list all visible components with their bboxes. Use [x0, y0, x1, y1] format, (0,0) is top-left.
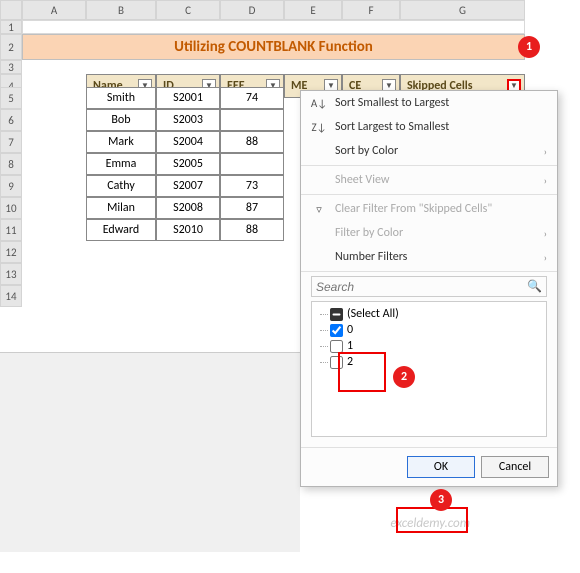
- highlight-box-ok: [396, 507, 468, 533]
- cell-name[interactable]: Mark: [86, 131, 156, 153]
- chevron-right-icon: ›: [544, 251, 547, 264]
- number-filters-label: Number Filters: [335, 250, 407, 264]
- separator: [301, 165, 557, 166]
- cell-eee[interactable]: [220, 153, 284, 175]
- empty-row: [22, 20, 525, 34]
- clear-filter-label: Clear Filter From "Skipped Cells": [335, 202, 492, 216]
- row-header-14[interactable]: 14: [0, 285, 22, 307]
- select-all-option[interactable]: (Select All): [316, 306, 542, 322]
- funnel-clear-icon: ▿: [311, 203, 327, 216]
- spreadsheet-grid: A B C D E F G 1 2 Utilizing COUNTBLANK F…: [0, 0, 580, 98]
- sort-color-label: Sort by Color: [335, 144, 398, 158]
- cell-id[interactable]: S2010: [156, 219, 220, 241]
- filter-option-1[interactable]: 1: [316, 338, 542, 354]
- button-row: OK Cancel: [301, 447, 557, 486]
- callout-badge-1: 1: [518, 36, 540, 58]
- cell-name[interactable]: Smith: [86, 87, 156, 109]
- cell-name[interactable]: Milan: [86, 197, 156, 219]
- cell-eee[interactable]: 87: [220, 197, 284, 219]
- col-header-E[interactable]: E: [284, 0, 342, 20]
- sort-desc-icon: Z↓: [311, 121, 327, 134]
- checkbox-1[interactable]: [330, 340, 343, 353]
- cell-name[interactable]: Bob: [86, 109, 156, 131]
- cell-eee[interactable]: 73: [220, 175, 284, 197]
- checkbox-0[interactable]: [330, 324, 343, 337]
- separator: [301, 271, 557, 272]
- chevron-right-icon: ›: [544, 227, 547, 240]
- cell-name[interactable]: Emma: [86, 153, 156, 175]
- opt2-label: 2: [347, 355, 353, 369]
- filter-values-tree: (Select All) 0 1 2: [311, 301, 547, 437]
- cell-name[interactable]: Cathy: [86, 175, 156, 197]
- sort-asc-icon: A↓: [311, 97, 327, 110]
- callout-badge-3: 3: [430, 489, 452, 511]
- cell-eee[interactable]: 74: [220, 87, 284, 109]
- select-all-label: (Select All): [347, 307, 399, 321]
- chevron-right-icon: ›: [544, 145, 547, 158]
- select-all-corner[interactable]: [0, 0, 22, 20]
- filter-by-color: Filter by Color ›: [301, 221, 557, 245]
- chevron-right-icon: ›: [544, 174, 547, 187]
- checkbox-2[interactable]: [330, 356, 343, 369]
- cell-eee[interactable]: [220, 109, 284, 131]
- row-header-2[interactable]: 2: [0, 34, 22, 60]
- row-header-5[interactable]: 5: [0, 87, 22, 109]
- sort-desc-label: Sort Largest to Smallest: [335, 120, 449, 134]
- row-header-8[interactable]: 8: [0, 153, 22, 175]
- sort-asc-label: Sort Smallest to Largest: [335, 96, 449, 110]
- data-area: 5 Smith S2001 74 6 Bob S2003 7 Mark S200…: [0, 87, 284, 307]
- number-filters[interactable]: Number Filters ›: [301, 245, 557, 269]
- filter-option-2[interactable]: 2: [316, 354, 542, 370]
- ok-button[interactable]: OK: [407, 456, 475, 478]
- cell-id[interactable]: S2008: [156, 197, 220, 219]
- sort-ascending[interactable]: A↓ Sort Smallest to Largest: [301, 91, 557, 115]
- cell-eee[interactable]: 88: [220, 219, 284, 241]
- checkbox-select-all[interactable]: [330, 308, 343, 321]
- col-header-G[interactable]: G: [400, 0, 525, 20]
- sheet-view: Sheet View ›: [301, 168, 557, 192]
- page-title: Utilizing COUNTBLANK Function: [22, 34, 525, 60]
- search-icon: 🔍: [527, 279, 542, 294]
- cell-id[interactable]: S2004: [156, 131, 220, 153]
- cell-id[interactable]: S2007: [156, 175, 220, 197]
- col-header-F[interactable]: F: [342, 0, 400, 20]
- row-header-3[interactable]: 3: [0, 60, 22, 74]
- row-header-10[interactable]: 10: [0, 197, 22, 219]
- col-header-D[interactable]: D: [220, 0, 284, 20]
- row-header-11[interactable]: 11: [0, 219, 22, 241]
- clear-filter: ▿ Clear Filter From "Skipped Cells": [301, 197, 557, 221]
- cell-id[interactable]: S2003: [156, 109, 220, 131]
- row-header-12[interactable]: 12: [0, 241, 22, 263]
- row-header-9[interactable]: 9: [0, 175, 22, 197]
- filter-dropdown-menu: A↓ Sort Smallest to Largest Z↓ Sort Larg…: [300, 90, 558, 487]
- below-grid-area: [0, 352, 300, 552]
- row-header-13[interactable]: 13: [0, 263, 22, 285]
- filter-color-label: Filter by Color: [335, 226, 403, 240]
- col-header-B[interactable]: B: [86, 0, 156, 20]
- col-header-A[interactable]: A: [22, 0, 86, 20]
- filter-option-0[interactable]: 0: [316, 322, 542, 338]
- sort-descending[interactable]: Z↓ Sort Largest to Smallest: [301, 115, 557, 139]
- row-header-1[interactable]: 1: [0, 20, 22, 34]
- spacer-row: [22, 60, 525, 74]
- row-header-7[interactable]: 7: [0, 131, 22, 153]
- sort-by-color[interactable]: Sort by Color ›: [301, 139, 557, 163]
- cell-id[interactable]: S2005: [156, 153, 220, 175]
- sheet-view-label: Sheet View: [335, 173, 389, 187]
- cell-eee[interactable]: 88: [220, 131, 284, 153]
- callout-badge-2: 2: [393, 366, 415, 388]
- col-header-C[interactable]: C: [156, 0, 220, 20]
- separator: [301, 194, 557, 195]
- opt1-label: 1: [347, 339, 353, 353]
- row-header-6[interactable]: 6: [0, 109, 22, 131]
- cell-id[interactable]: S2001: [156, 87, 220, 109]
- search-input[interactable]: [316, 280, 527, 294]
- filter-search[interactable]: 🔍: [311, 276, 547, 297]
- opt0-label: 0: [347, 323, 353, 337]
- cell-name[interactable]: Edward: [86, 219, 156, 241]
- watermark: exceldemy.com: [391, 516, 470, 531]
- cancel-button[interactable]: Cancel: [481, 456, 549, 478]
